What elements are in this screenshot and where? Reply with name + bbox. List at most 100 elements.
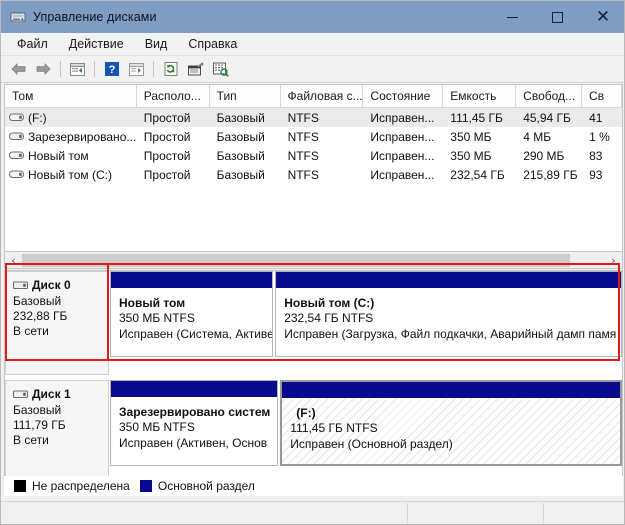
toolbar-separator-2 <box>94 61 95 77</box>
toolbar-separator-1 <box>60 61 61 77</box>
cell-free: 290 МБ <box>523 148 565 163</box>
partition-size: 350 МБ NTFS <box>119 311 195 325</box>
partition-size: 350 МБ NTFS <box>119 420 195 434</box>
table-row[interactable]: Зарезервировано... Простой Базовый NTFS … <box>5 127 622 146</box>
column-header-volume[interactable]: Том <box>5 85 137 107</box>
cell-volume: Зарезервировано... <box>5 130 137 144</box>
cell-status: Исправен... <box>370 110 435 125</box>
properties-icon <box>188 61 204 75</box>
back-icon <box>11 63 26 75</box>
partition-new-volume[interactable]: Новый том 350 МБ NTFS Исправен (Система,… <box>110 271 274 357</box>
cell-free-percent: 1 % <box>589 129 610 144</box>
disk-icon <box>13 389 28 400</box>
partition-system-reserved[interactable]: Зарезервировано систем 350 МБ NTFS Испра… <box>110 380 279 466</box>
back-button[interactable] <box>7 58 30 80</box>
scroll-right-button[interactable]: › <box>605 253 622 268</box>
disk-1-size: 111,79 ГБ <box>13 418 66 432</box>
partition-color-bar <box>111 381 278 398</box>
cell-filesystem: NTFS <box>287 110 319 125</box>
table-row[interactable]: Новый том (C:) Простой Базовый NTFS Испр… <box>5 165 622 184</box>
cell-capacity: 350 МБ <box>450 148 492 163</box>
cell-type: Базовый <box>216 167 265 182</box>
cell-free: 215,89 ГБ <box>523 167 578 182</box>
disk-row-disk-1[interactable]: Диск 1 Базовый 111,79 ГБ В сети Зарезерв… <box>5 380 622 484</box>
refresh-button[interactable] <box>159 58 182 80</box>
disk-1-type: Базовый <box>13 403 62 417</box>
partition-new-volume-c[interactable]: Новый том (C:) 232,54 ГБ NTFS Исправен (… <box>275 271 622 357</box>
maximize-button[interactable] <box>535 1 580 33</box>
status-segment-3 <box>544 503 624 523</box>
cell-layout: Простой <box>143 167 191 182</box>
partition-info: Зарезервировано систем 350 МБ NTFS Испра… <box>111 398 278 465</box>
volume-list-header: Том Располо... Тип Файловая с... Состоян… <box>5 85 622 108</box>
cell-volume: Новый том (C:) <box>5 168 137 182</box>
properties-button[interactable] <box>184 58 207 80</box>
window-title: Управление дисками <box>33 10 157 24</box>
menu-help[interactable]: Справка <box>179 35 246 54</box>
title-bar[interactable]: Управление дисками ✕ <box>1 1 624 33</box>
column-header-layout[interactable]: Располо... <box>136 85 210 107</box>
column-header-filesystem[interactable]: Файловая с... <box>280 85 364 107</box>
partition-f[interactable]: (F:) 111,45 ГБ NTFS Исправен (Основной р… <box>280 380 622 466</box>
cell-layout: Простой <box>143 129 191 144</box>
partition-status: Исправен (Активен, Основ <box>119 436 268 450</box>
window-controls: ✕ <box>490 1 624 33</box>
disk-header-disk-1[interactable]: Диск 1 Базовый 111,79 ГБ В сети <box>5 380 109 484</box>
cell-free-percent: 93 <box>589 167 603 182</box>
column-header-free-percent[interactable]: Св <box>582 85 622 107</box>
show-action-pane-button[interactable] <box>125 58 148 80</box>
show-hide-tree-button[interactable] <box>66 58 89 80</box>
legend: Не распределена Основной раздел <box>4 476 623 496</box>
menu-action[interactable]: Действие <box>60 35 133 54</box>
column-header-free[interactable]: Свобод... <box>516 85 583 107</box>
table-row[interactable]: (F:) Простой Базовый NTFS Исправен... 11… <box>5 108 622 127</box>
horizontal-scrollbar[interactable]: ‹ › <box>4 252 623 269</box>
table-row[interactable]: Новый том Простой Базовый NTFS Исправен.… <box>5 146 622 165</box>
minimize-icon <box>507 16 518 18</box>
partition-status: Исправен (Загрузка, Файл подкачки, Авари… <box>284 327 617 341</box>
minimize-button[interactable] <box>490 1 535 33</box>
cell-free: 45,94 ГБ <box>523 110 571 125</box>
scrollbar-thumb[interactable] <box>22 253 570 267</box>
forward-button[interactable] <box>32 58 55 80</box>
disk-0-title: Диск 0 <box>32 278 71 292</box>
cell-type: Базовый <box>216 129 265 144</box>
menu-file[interactable]: Файл <box>8 35 57 54</box>
disk-icon <box>13 280 28 291</box>
disk-0-status: В сети <box>13 324 49 338</box>
rescan-disks-icon <box>213 62 229 77</box>
help-button[interactable]: ? <box>100 58 123 80</box>
scrollbar-track[interactable] <box>22 252 605 268</box>
rescan-disks-button[interactable] <box>209 58 232 80</box>
column-header-type[interactable]: Тип <box>209 85 281 107</box>
partition-info: Новый том 350 МБ NTFS Исправен (Система,… <box>111 289 273 356</box>
legend-unallocated: Не распределена <box>14 479 130 493</box>
volume-list[interactable]: Том Располо... Тип Файловая с... Состоян… <box>4 84 623 252</box>
disk-1-partitions: Зарезервировано систем 350 МБ NTFS Испра… <box>109 380 622 484</box>
disk-row-disk-0[interactable]: Диск 0 Базовый 232,88 ГБ В сети Новый то… <box>5 271 622 375</box>
disk-management-icon <box>10 9 26 25</box>
partition-size: 232,54 ГБ NTFS <box>284 311 374 325</box>
cell-filesystem: NTFS <box>287 148 319 163</box>
partition-color-bar <box>276 272 621 289</box>
close-button[interactable]: ✕ <box>580 1 624 33</box>
cell-layout: Простой <box>143 110 191 125</box>
partition-title: Новый том <box>119 296 186 310</box>
volume-list-rows: (F:) Простой Базовый NTFS Исправен... 11… <box>5 108 622 184</box>
column-header-capacity[interactable]: Емкость <box>443 85 517 107</box>
column-header-status[interactable]: Состояние <box>363 85 444 107</box>
menu-view[interactable]: Вид <box>136 35 177 54</box>
disk-header-disk-0[interactable]: Диск 0 Базовый 232,88 ГБ В сети <box>5 271 109 375</box>
cell-capacity: 350 МБ <box>450 129 492 144</box>
cell-volume-label: Новый том (C:) <box>28 167 112 182</box>
disk-1-title: Диск 1 <box>32 387 71 401</box>
cell-volume: (F:) <box>5 111 137 125</box>
cell-type: Базовый <box>216 110 265 125</box>
partition-title: (F:) <box>296 406 316 420</box>
cell-status: Исправен... <box>370 167 435 182</box>
help-icon: ? <box>104 62 119 76</box>
status-segment-1 <box>1 503 408 523</box>
disk-0-partitions: Новый том 350 МБ NTFS Исправен (Система,… <box>109 271 622 375</box>
legend-primary-partition: Основной раздел <box>139 479 255 493</box>
scroll-left-button[interactable]: ‹ <box>5 253 22 268</box>
